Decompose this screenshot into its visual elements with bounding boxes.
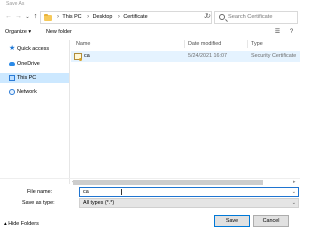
breadcrumb-separator: › <box>57 14 59 20</box>
scroll-right-icon[interactable]: ▸ <box>293 179 296 186</box>
refresh-icon[interactable]: ↻ <box>203 11 213 22</box>
address-row: ← → ⌄ ↑ › This PC › Desktop › Certificat… <box>0 9 300 26</box>
up-button[interactable]: ↑ <box>31 12 40 22</box>
search-placeholder: Search Certificate <box>228 14 273 20</box>
save-as-type-select[interactable]: All types (*.*) ⌄ <box>79 198 299 208</box>
chevron-down-icon[interactable]: ⌄ <box>292 188 296 196</box>
file-list: Name Date modified Type ca 5/24/2021 16:… <box>71 40 300 184</box>
forward-button[interactable]: → <box>14 12 23 22</box>
file-name-row: File name: ca ⌄ <box>0 187 300 197</box>
sidebar-item-label: Quick access <box>17 46 50 52</box>
cancel-button[interactable]: Cancel <box>253 215 289 227</box>
search-icon <box>219 14 225 20</box>
cloud-icon <box>9 62 15 66</box>
help-icon[interactable]: ? <box>288 28 295 36</box>
sidebar-item-network[interactable]: Network <box>0 87 69 97</box>
breadcrumb-separator: › <box>117 14 120 20</box>
sidebar-item-this-pc[interactable]: This PC <box>0 73 69 83</box>
computer-icon <box>9 75 15 81</box>
command-bar: Organize ▾ New folder ☰ ? <box>0 27 300 38</box>
column-headers: Name Date modified Type <box>71 40 300 48</box>
text-cursor <box>121 189 122 195</box>
view-options-icon[interactable]: ☰ <box>274 28 281 36</box>
column-header-name[interactable]: Name <box>73 40 185 48</box>
file-name-label: File name: <box>27 189 53 195</box>
save-as-type-label: Save as type: <box>22 200 55 206</box>
save-as-type-row: Save as type: All types (*.*) ⌄ <box>0 198 300 208</box>
navigation-pane: ★ Quick access OneDrive This PC Network <box>0 40 70 184</box>
chevron-down-icon[interactable]: ⌄ <box>292 199 296 207</box>
file-date-cell: 5/24/2021 16:07 <box>188 53 227 59</box>
file-name-input[interactable]: ca ⌄ <box>79 187 299 197</box>
sidebar-item-label: OneDrive <box>17 61 40 67</box>
file-name-value: ca <box>83 189 89 195</box>
search-input[interactable]: Search Certificate <box>214 11 298 24</box>
title-bar: Save As <box>0 0 300 9</box>
horizontal-scrollbar[interactable]: ◂ ▸ <box>0 178 300 186</box>
breadcrumb: › This PC › Desktop › Certificate <box>55 12 150 23</box>
scrollbar-thumb[interactable] <box>73 180 263 185</box>
toolbar-icons: ☰ ? <box>274 28 295 36</box>
sidebar-item-onedrive[interactable]: OneDrive <box>0 59 69 69</box>
file-type-cell: Security Certificate <box>251 53 297 59</box>
save-as-type-value: All types (*.*) <box>83 200 115 206</box>
file-name-cell: ca <box>84 53 90 59</box>
breadcrumb-this-pc[interactable]: This PC <box>62 14 81 20</box>
breadcrumb-separator: › <box>87 14 90 20</box>
sidebar-item-label: Network <box>17 89 37 95</box>
hide-folders-button[interactable]: ▴ Hide Folders <box>4 219 39 229</box>
table-row[interactable]: ca 5/24/2021 16:07 Security Certificate <box>71 51 300 62</box>
star-icon: ★ <box>9 45 16 52</box>
organize-menu-button[interactable]: Organize ▾ <box>5 27 31 38</box>
network-icon <box>9 89 15 95</box>
column-header-date[interactable]: Date modified <box>185 40 248 48</box>
new-folder-button[interactable]: New folder <box>46 27 72 38</box>
breadcrumb-desktop[interactable]: Desktop <box>93 14 113 20</box>
folder-icon <box>44 13 52 21</box>
sidebar-item-quick-access[interactable]: ★ Quick access <box>0 44 69 54</box>
column-header-type[interactable]: Type <box>248 40 300 48</box>
window-title: Save As <box>6 1 25 7</box>
breadcrumb-certificate[interactable]: Certificate <box>123 14 147 20</box>
sidebar-item-label: This PC <box>17 75 37 81</box>
back-button[interactable]: ← <box>4 12 13 22</box>
address-bar[interactable]: › This PC › Desktop › Certificate ⌄ <box>40 11 212 24</box>
save-button[interactable]: Save <box>214 215 250 227</box>
